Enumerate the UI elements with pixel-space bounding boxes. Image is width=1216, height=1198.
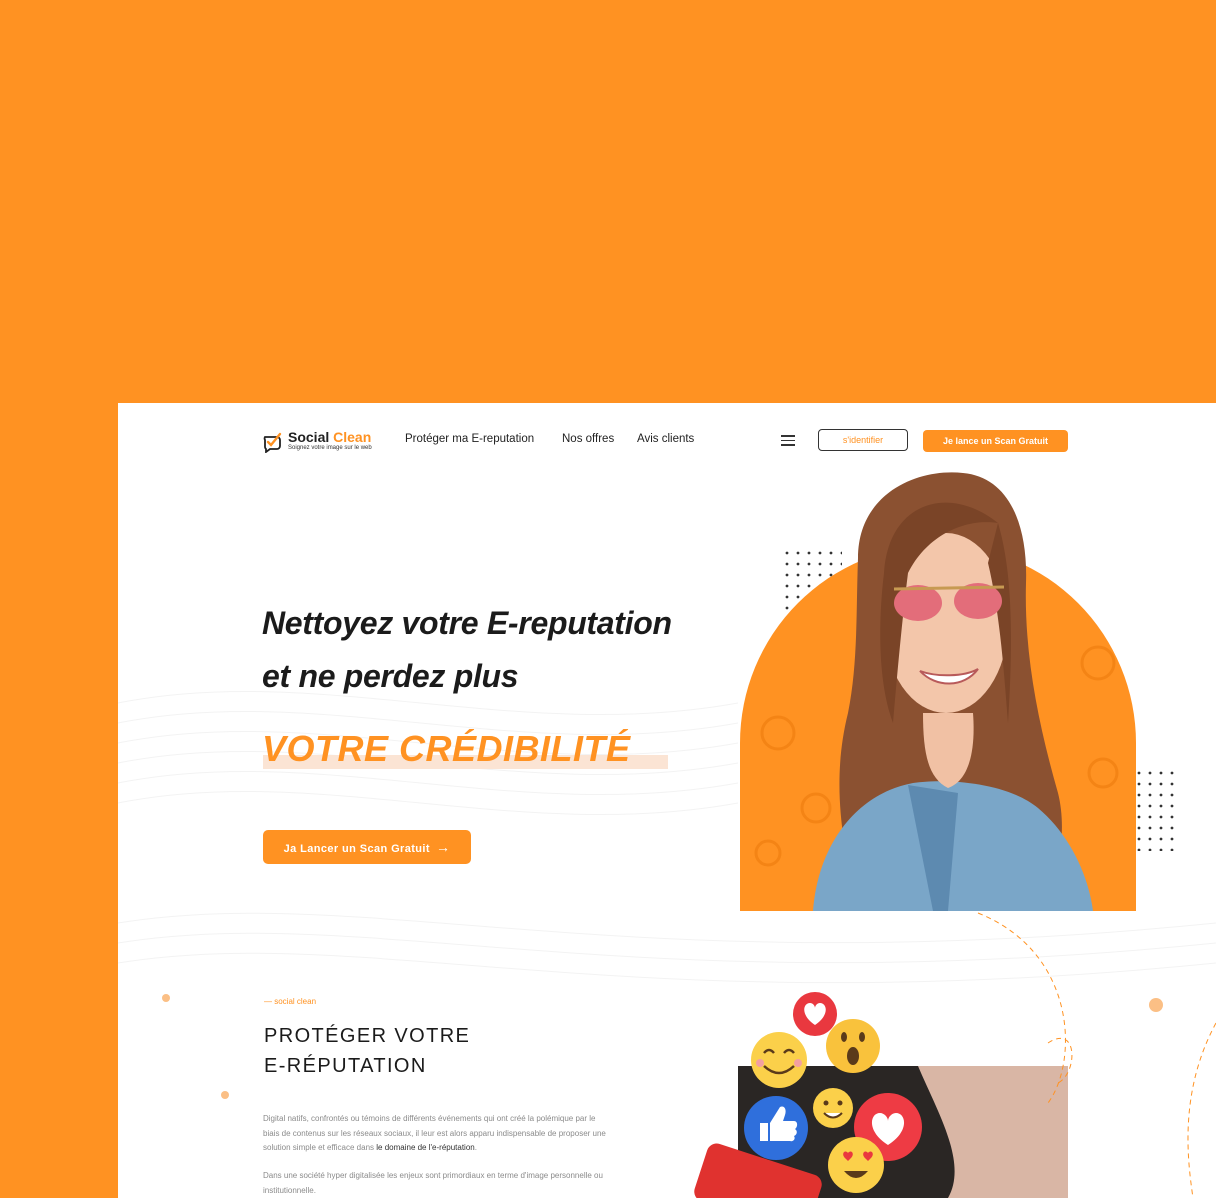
logo-name-part1: Social bbox=[288, 429, 330, 445]
heart-reaction-icon bbox=[793, 992, 837, 1036]
wow-reaction-icon bbox=[826, 1019, 880, 1073]
nav-item-proteger[interactable]: Protéger ma E-reputation bbox=[405, 433, 534, 445]
section-paragraph-1-end: . bbox=[474, 1143, 477, 1152]
logo-tagline: Soignez votre image sur le web bbox=[288, 445, 372, 451]
logo-name: Social Clean bbox=[288, 429, 371, 445]
reactions-illustration bbox=[694, 992, 1068, 1198]
section-paragraph-1-link[interactable]: le domaine de l'e-réputation bbox=[376, 1143, 474, 1152]
smile-reaction-icon bbox=[751, 1032, 807, 1088]
hero-title-highlight: VOTRE CRÉDIBILITÉ bbox=[262, 728, 631, 769]
like-reaction-icon bbox=[744, 1096, 808, 1160]
small-smile-reaction-icon bbox=[813, 1088, 853, 1128]
section-kicker: — social clean bbox=[264, 997, 317, 1006]
logo-name-part2: Clean bbox=[333, 429, 372, 445]
landing-page: Social Clean Soignez votre image sur le … bbox=[118, 403, 1216, 1198]
hero-title-line1: Nettoyez votre E-reputation bbox=[262, 605, 672, 641]
hero-illustration bbox=[740, 472, 1176, 913]
arrow-right-icon: → bbox=[435, 839, 451, 855]
section-title-line2: E-RÉPUTATION bbox=[264, 1055, 427, 1077]
section-paragraph-2: Dans une société hyper digitalisée les e… bbox=[263, 1171, 603, 1195]
nav-item-offres[interactable]: Nos offres bbox=[562, 433, 614, 445]
love-eyes-reaction-icon bbox=[828, 1137, 884, 1193]
nav-item-avis[interactable]: Avis clients bbox=[637, 433, 694, 445]
header-scan-button[interactable]: Je lance un Scan Gratuit bbox=[923, 430, 1068, 452]
section-paragraph-1: Digital natifs, confrontés ou témoins de… bbox=[263, 1112, 608, 1156]
section-title-line1: PROTÉGER VOTRE bbox=[264, 1025, 471, 1047]
hero-scan-button-label: Ja Lancer un Scan Gratuit bbox=[283, 843, 430, 855]
hero-title-line2: et ne perdez plus bbox=[262, 658, 519, 694]
hero-scan-button[interactable]: Ja Lancer un Scan Gratuit → bbox=[263, 830, 471, 864]
menu-icon[interactable] bbox=[781, 435, 795, 446]
login-button[interactable]: s'identifier bbox=[818, 429, 908, 451]
checkmark-speech-logo-icon bbox=[263, 432, 282, 453]
